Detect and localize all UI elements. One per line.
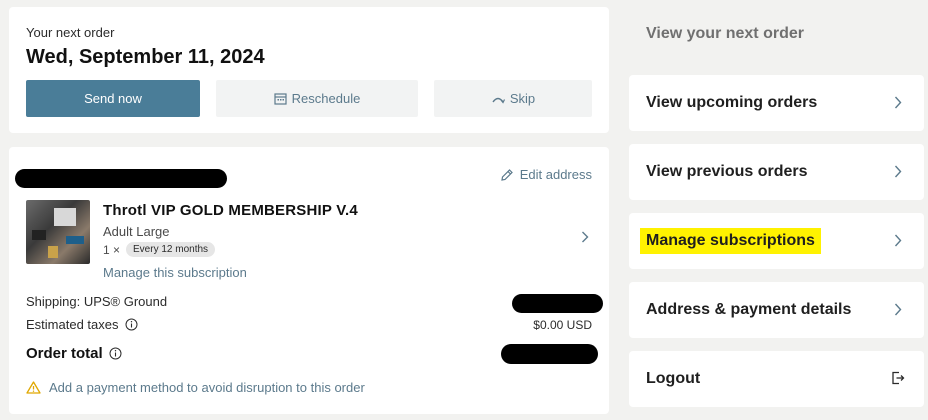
redacted-address-name xyxy=(15,169,227,188)
warning-icon xyxy=(26,381,41,394)
taxes-label: Estimated taxes xyxy=(26,317,119,332)
skip-button[interactable]: Skip xyxy=(434,80,592,117)
manage-this-subscription-link[interactable]: Manage this subscription xyxy=(103,265,247,280)
payment-warning[interactable]: Add a payment method to avoid disruption… xyxy=(26,380,365,395)
nav-view-upcoming-orders[interactable]: View upcoming orders xyxy=(629,75,924,131)
order-total-label: Order total xyxy=(26,345,103,362)
next-order-card: Your next order Wed, September 11, 2024 … xyxy=(9,7,609,133)
edit-address-link[interactable]: Edit address xyxy=(500,167,592,182)
reschedule-button[interactable]: Reschedule xyxy=(216,80,418,117)
chevron-right-icon xyxy=(894,96,902,109)
nav-manage-subscriptions-label: Manage subscriptions xyxy=(640,228,821,254)
chevron-right-icon[interactable] xyxy=(581,231,589,243)
taxes-value: $0.00 USD xyxy=(533,318,592,332)
calendar-icon xyxy=(274,93,287,105)
nav-view-previous-orders[interactable]: View previous orders xyxy=(629,144,924,200)
redacted-shipping-cost xyxy=(512,294,603,313)
nav-address-payment-details-label: Address & payment details xyxy=(646,301,852,318)
pencil-icon xyxy=(501,168,513,181)
send-now-button[interactable]: Send now xyxy=(26,80,200,117)
payment-warning-text: Add a payment method to avoid disruption… xyxy=(49,380,365,395)
shipping-label: Shipping: UPS® Ground xyxy=(26,294,168,309)
quantity: 1 × xyxy=(103,242,121,257)
frequency-badge: Every 12 months xyxy=(126,242,216,257)
next-order-date: Wed, September 11, 2024 xyxy=(26,46,265,68)
nav-view-previous-orders-label: View previous orders xyxy=(646,163,808,180)
order-total-row: Order total xyxy=(26,345,122,362)
quantity-row: 1 × Every 12 months xyxy=(103,242,216,257)
order-details-card: Edit address Throtl VIP GOLD MEMBERSHIP … xyxy=(9,147,609,414)
logout-icon xyxy=(892,371,905,385)
product-title: Throtl VIP GOLD MEMBERSHIP V.4 xyxy=(103,202,358,219)
info-icon[interactable] xyxy=(125,318,138,331)
chevron-right-icon xyxy=(894,165,902,178)
nav-address-payment-details[interactable]: Address & payment details xyxy=(629,282,924,338)
chevron-right-icon xyxy=(894,234,902,247)
reschedule-label: Reschedule xyxy=(291,91,361,106)
edit-address-label: Edit address xyxy=(519,167,592,182)
nav-logout[interactable]: Logout xyxy=(629,351,924,407)
nav-view-next-order-label: View your next order xyxy=(646,25,804,42)
taxes-row: Estimated taxes xyxy=(26,317,138,332)
nav-view-upcoming-orders-label: View upcoming orders xyxy=(646,94,818,111)
product-variant: Adult Large xyxy=(103,224,170,239)
nav-logout-label: Logout xyxy=(646,370,701,387)
product-image xyxy=(26,200,90,264)
redacted-order-total xyxy=(501,344,598,364)
skip-label: Skip xyxy=(509,91,536,106)
info-icon[interactable] xyxy=(109,347,122,360)
chevron-right-icon xyxy=(894,303,902,316)
nav-manage-subscriptions[interactable]: Manage subscriptions xyxy=(629,213,924,269)
skip-icon xyxy=(492,97,505,104)
nav-view-next-order[interactable]: View your next order xyxy=(629,7,924,61)
next-order-label: Your next order xyxy=(26,25,115,40)
